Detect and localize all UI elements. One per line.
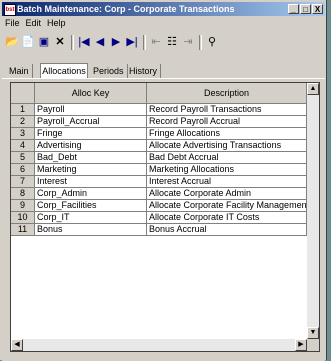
scroll-right-icon[interactable]: ▶ <box>295 339 307 351</box>
description-cell[interactable]: Allocate Corporate Facility Management <box>147 200 307 212</box>
scroll-left-icon[interactable]: ◀ <box>11 339 23 351</box>
insert-row-icon[interactable]: ⇤ <box>148 34 164 50</box>
alloc-key-cell[interactable]: Marketing <box>35 164 147 176</box>
toolbar-separator <box>143 35 146 50</box>
description-cell[interactable]: Allocate Corporate IT Costs <box>147 212 307 224</box>
title-bar[interactable]: bst Batch Maintenance: Corp - Corporate … <box>2 2 325 16</box>
alloc-key-cell[interactable]: Corp_Admin <box>35 188 147 200</box>
minimize-button[interactable]: _ <box>288 4 299 14</box>
search-icon[interactable]: ⚲ <box>204 34 220 50</box>
description-cell[interactable]: Marketing Allocations <box>147 164 307 176</box>
new-icon[interactable]: 📄 <box>20 34 36 50</box>
toolbar-separator <box>199 35 202 50</box>
allocations-grid[interactable]: Alloc Key Description 1 Payroll Record Pay… <box>10 82 320 352</box>
row-number[interactable]: 4 <box>11 140 35 152</box>
alloc-key-cell[interactable]: Fringe <box>35 128 147 140</box>
tab-history[interactable]: History <box>126 64 162 78</box>
delete-icon[interactable]: ✕ <box>52 34 68 50</box>
next-record-icon[interactable]: ▶ <box>108 34 124 50</box>
alloc-key-cell[interactable]: Bad_Debt <box>35 152 147 164</box>
close-button[interactable]: X <box>312 4 323 14</box>
vertical-scrollbar[interactable]: ▲ ▼ <box>307 83 319 339</box>
toolbar: 📂 📄 ▣ ✕ |◀ ◀ ▶ ▶| ⇤ ☷ ⇥ ⚲ <box>2 31 325 53</box>
window-title: Batch Maintenance: Corp - Corporate Tran… <box>17 4 235 14</box>
row-number[interactable]: 6 <box>11 164 35 176</box>
description-cell[interactable]: Allocate Advertising Transactions <box>147 140 307 152</box>
first-record-icon[interactable]: |◀ <box>76 34 92 50</box>
horizontal-scrollbar[interactable]: ◀ ▶ <box>11 339 307 351</box>
row-number[interactable]: 2 <box>11 116 35 128</box>
row-number[interactable]: 10 <box>11 212 35 224</box>
row-number[interactable]: 1 <box>11 104 35 116</box>
row-number[interactable]: 5 <box>11 152 35 164</box>
description-cell[interactable]: Bonus Accrual <box>147 224 307 236</box>
alloc-key-cell[interactable]: Advertising <box>35 140 147 152</box>
column-header-description[interactable]: Description <box>147 83 307 104</box>
description-cell[interactable]: Record Payroll Accrual <box>147 116 307 128</box>
menu-edit[interactable]: Edit <box>23 17 45 30</box>
menu-bar: File Edit Help <box>2 17 69 30</box>
description-cell[interactable]: Interest Accrual <box>147 176 307 188</box>
menu-file[interactable]: File <box>2 17 23 30</box>
description-cell[interactable]: Bad Debt Accrual <box>147 152 307 164</box>
scroll-down-icon[interactable]: ▼ <box>307 327 319 339</box>
row-number[interactable]: 9 <box>11 200 35 212</box>
save-icon[interactable]: ▣ <box>36 34 52 50</box>
alloc-key-cell[interactable]: Bonus <box>35 224 147 236</box>
menu-help[interactable]: Help <box>44 17 69 30</box>
alloc-key-cell[interactable]: Corp_Facilities <box>35 200 147 212</box>
app-icon: bst <box>4 4 16 16</box>
open-icon[interactable]: 📂 <box>4 34 20 50</box>
column-header-alloc-key[interactable]: Alloc Key <box>35 83 147 104</box>
description-cell[interactable]: Allocate Corporate Admin <box>147 188 307 200</box>
row-number[interactable]: 7 <box>11 176 35 188</box>
grid-icon[interactable]: ☷ <box>164 34 180 50</box>
alloc-key-cell[interactable]: Corp_IT <box>35 212 147 224</box>
tab-main[interactable]: Main <box>6 64 33 78</box>
row-header-corner <box>11 83 35 104</box>
scrollbar-corner <box>307 339 319 351</box>
scroll-up-icon[interactable]: ▲ <box>307 83 319 95</box>
tab-periods[interactable]: Periods <box>90 64 128 78</box>
maximize-button[interactable]: □ <box>300 4 311 14</box>
append-row-icon[interactable]: ⇥ <box>180 34 196 50</box>
tab-allocations[interactable]: Allocations <box>40 63 88 79</box>
previous-record-icon[interactable]: ◀ <box>92 34 108 50</box>
toolbar-separator <box>71 35 74 50</box>
alloc-key-cell[interactable]: Payroll_Accrual <box>35 116 147 128</box>
row-number[interactable]: 3 <box>11 128 35 140</box>
row-number[interactable]: 8 <box>11 188 35 200</box>
batch-maintenance-window: bst Batch Maintenance: Corp - Corporate … <box>0 0 327 361</box>
row-number[interactable]: 11 <box>11 224 35 236</box>
description-cell[interactable]: Fringe Allocations <box>147 128 307 140</box>
description-cell[interactable]: Record Payroll Transactions <box>147 104 307 116</box>
alloc-key-cell[interactable]: Payroll <box>35 104 147 116</box>
last-record-icon[interactable]: ▶| <box>124 34 140 50</box>
alloc-key-cell[interactable]: Interest <box>35 176 147 188</box>
